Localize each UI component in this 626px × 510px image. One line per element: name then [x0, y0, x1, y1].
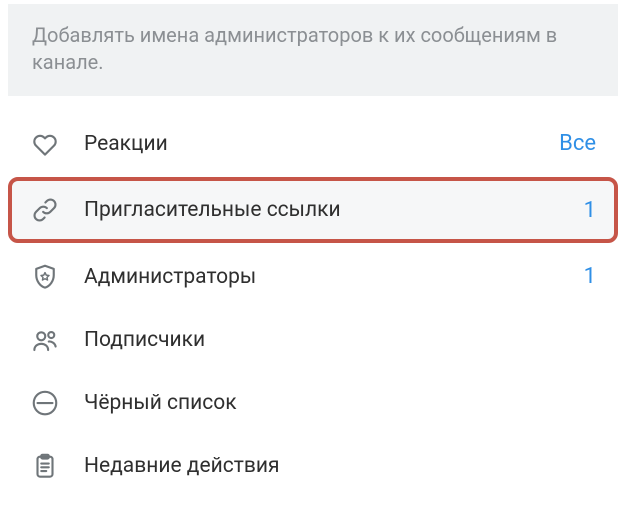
- settings-item-value: 1: [584, 198, 596, 223]
- settings-item-invite-links[interactable]: Пригласительные ссылки 1: [12, 181, 614, 239]
- settings-item-label: Реакции: [84, 132, 559, 156]
- link-icon: [30, 195, 60, 225]
- settings-item-label: Администраторы: [84, 265, 584, 289]
- settings-item-value: 1: [584, 264, 596, 289]
- shield-star-icon: [30, 262, 60, 292]
- settings-item-label: Подписчики: [84, 328, 596, 352]
- settings-item-admins[interactable]: Администраторы 1: [8, 245, 618, 308]
- info-box: Добавлять имена администраторов к их соо…: [8, 4, 618, 96]
- settings-item-label: Пригласительные ссылки: [84, 198, 584, 222]
- highlight-invite-links: Пригласительные ссылки 1: [8, 177, 618, 243]
- users-icon: [30, 325, 60, 355]
- info-text: Добавлять имена администраторов к их соо…: [32, 22, 594, 76]
- settings-item-value: Все: [559, 131, 596, 156]
- block-icon: [30, 388, 60, 418]
- clipboard-icon: [30, 451, 60, 481]
- settings-item-reactions[interactable]: Реакции Все: [8, 112, 618, 175]
- settings-item-label: Недавние действия: [84, 454, 596, 478]
- settings-item-label: Чёрный список: [84, 391, 596, 415]
- settings-item-subscribers[interactable]: Подписчики: [8, 308, 618, 371]
- settings-panel: Добавлять имена администраторов к их соо…: [0, 0, 626, 505]
- settings-list: Реакции Все Пригласительные ссылки 1 Адм…: [8, 112, 618, 497]
- settings-item-blacklist[interactable]: Чёрный список: [8, 371, 618, 434]
- settings-item-recent-actions[interactable]: Недавние действия: [8, 434, 618, 497]
- heart-icon: [30, 129, 60, 159]
